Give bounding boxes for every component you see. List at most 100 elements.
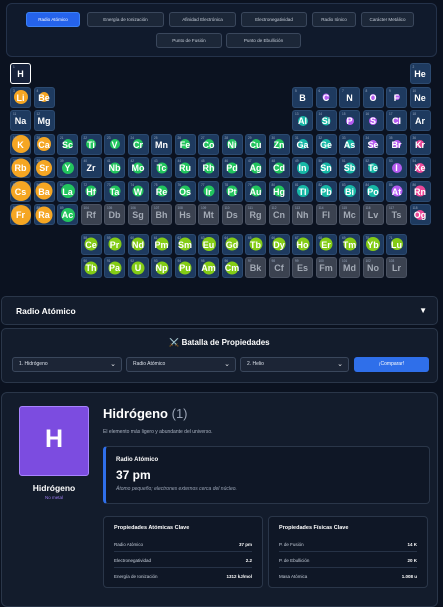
element-pr[interactable]: 59 Pr: [104, 233, 125, 255]
tab-atomic-radius[interactable]: Radio Atómico: [26, 12, 80, 27]
tab-electron-affinity[interactable]: Afinidad Electrónica: [169, 12, 236, 27]
element-bh[interactable]: 107 Bh: [151, 204, 172, 225]
tab-electronegativity[interactable]: Electronegatividad: [241, 12, 307, 27]
element-lu[interactable]: 71 Lu: [386, 233, 407, 255]
element-v[interactable]: 23 V: [104, 133, 125, 155]
element-sb[interactable]: 51 Sb: [339, 157, 360, 178]
element-sn[interactable]: 50 Sn: [315, 157, 337, 178]
element-cs[interactable]: 55 Cs: [10, 180, 31, 202]
element-be[interactable]: 4 Be: [33, 86, 55, 108]
element-la[interactable]: 57 La: [57, 180, 78, 202]
element-cf[interactable]: 98 Cf: [268, 257, 290, 278]
element-he[interactable]: 2 He: [409, 63, 431, 84]
element-ga[interactable]: 31 Ga: [292, 133, 313, 155]
element-k[interactable]: 19 K: [10, 133, 31, 155]
element-dy[interactable]: 66 Dy: [268, 233, 290, 255]
element-ts[interactable]: 117 Ts: [386, 204, 407, 225]
element-f[interactable]: 9F: [386, 86, 407, 108]
element-os[interactable]: 76 Os: [174, 180, 196, 202]
element-s[interactable]: 16 S: [362, 110, 384, 131]
element-cu[interactable]: 29 Cu: [245, 133, 266, 155]
element-hf[interactable]: 72 Hf: [80, 180, 102, 202]
element-ta[interactable]: 73 Ta: [104, 180, 125, 202]
element-er[interactable]: 68 Er: [315, 233, 337, 255]
element-cl[interactable]: 17 Cl: [386, 110, 407, 131]
element-db[interactable]: 105 Db: [104, 204, 125, 225]
element-fe[interactable]: 26 Fe: [174, 133, 196, 155]
element-pu[interactable]: 94 Pu: [174, 257, 196, 278]
element-mn[interactable]: 25 Mn: [151, 133, 172, 155]
element-sg[interactable]: 106 Sg: [127, 204, 149, 225]
element-ir[interactable]: 77 Ir: [198, 180, 219, 202]
element-mc[interactable]: 115 Mc: [339, 204, 360, 225]
element-p[interactable]: 15 P: [339, 110, 360, 131]
element-bk[interactable]: 97 Bk: [245, 257, 266, 278]
element-i[interactable]: 53 I: [386, 157, 407, 178]
compare-button[interactable]: ¡Comparar!: [354, 357, 429, 372]
element-ne[interactable]: 10 Ne: [409, 86, 431, 108]
element-tl[interactable]: 81 Tl: [292, 180, 313, 202]
element-pa[interactable]: 91 Pa: [104, 257, 125, 278]
element-rf[interactable]: 104 Rf: [80, 204, 102, 225]
element-select-2[interactable]: 2. Helio ⌄: [240, 357, 349, 372]
element-mo[interactable]: 42 Mo: [127, 157, 149, 178]
element-as[interactable]: 33 As: [339, 133, 360, 155]
tab-ionic-radius[interactable]: Radio Iónico: [312, 12, 356, 27]
element-rg[interactable]: 111 Rg: [245, 204, 266, 225]
element-th[interactable]: 90 Th: [80, 257, 102, 278]
element-h[interactable]: 1H: [10, 63, 31, 84]
element-select-1[interactable]: 1. Hidrógeno ⌄: [12, 357, 122, 372]
element-hg[interactable]: 80 Hg: [268, 180, 290, 202]
element-br[interactable]: 35 Br: [386, 133, 407, 155]
element-ds[interactable]: 110 Ds: [221, 204, 243, 225]
element-sm[interactable]: 62 Sm: [174, 233, 196, 255]
element-cm[interactable]: 96 Cm: [221, 257, 243, 278]
element-tm[interactable]: 69 Tm: [339, 233, 360, 255]
element-lv[interactable]: 116 Lv: [362, 204, 384, 225]
element-zn[interactable]: 30 Zn: [268, 133, 290, 155]
element-cd[interactable]: 48 Cd: [268, 157, 290, 178]
element-sr[interactable]: 38 Sr: [33, 157, 55, 178]
element-fr[interactable]: 87 Fr: [10, 204, 31, 225]
element-fl[interactable]: 114 Fl: [315, 204, 337, 225]
element-li[interactable]: 3 Li: [10, 86, 31, 108]
element-c[interactable]: 6C: [315, 86, 337, 108]
element-lr[interactable]: 103 Lr: [386, 257, 407, 278]
element-si[interactable]: 14 Si: [315, 110, 337, 131]
element-po[interactable]: 84 Po: [362, 180, 384, 202]
element-o[interactable]: 8O: [362, 86, 384, 108]
element-rb[interactable]: 37 Rb: [10, 157, 31, 178]
property-select[interactable]: Radio Atómico ⌄: [126, 357, 236, 372]
property-dropdown[interactable]: Radio Atómico ▼: [1, 296, 438, 325]
element-eu[interactable]: 63 Eu: [198, 233, 219, 255]
element-pt[interactable]: 78 Pt: [221, 180, 243, 202]
element-tb[interactable]: 65 Tb: [245, 233, 266, 255]
element-ar[interactable]: 18 Ar: [409, 110, 431, 131]
element-se[interactable]: 34 Se: [362, 133, 384, 155]
element-zr[interactable]: 40 Zr: [80, 157, 102, 178]
element-rn[interactable]: 86 Rn: [409, 180, 431, 202]
tab-boiling-point[interactable]: Punto de Ebullición: [226, 33, 301, 48]
element-sc[interactable]: 21 Sc: [57, 133, 78, 155]
element-au[interactable]: 79 Au: [245, 180, 266, 202]
element-n[interactable]: 7N: [339, 86, 360, 108]
element-xe[interactable]: 54 Xe: [409, 157, 431, 178]
element-ru[interactable]: 44 Ru: [174, 157, 196, 178]
element-mt[interactable]: 109 Mt: [198, 204, 219, 225]
element-in[interactable]: 49 In: [292, 157, 313, 178]
element-nb[interactable]: 41 Nb: [104, 157, 125, 178]
element-tc[interactable]: 43 Tc: [151, 157, 172, 178]
tab-melting-point[interactable]: Punto de Fusión: [156, 33, 222, 48]
element-u[interactable]: 92 U: [127, 257, 149, 278]
element-pd[interactable]: 46 Pd: [221, 157, 243, 178]
element-pb[interactable]: 82 Pb: [315, 180, 337, 202]
element-cr[interactable]: 24 Cr: [127, 133, 149, 155]
element-no[interactable]: 102 No: [362, 257, 384, 278]
element-pm[interactable]: 61 Pm: [151, 233, 172, 255]
element-w[interactable]: 74 W: [127, 180, 149, 202]
tab-ionization-energy[interactable]: Energía de Ionización: [87, 12, 164, 27]
element-y[interactable]: 39 Y: [57, 157, 78, 178]
element-es[interactable]: 99 Es: [292, 257, 313, 278]
element-hs[interactable]: 108 Hs: [174, 204, 196, 225]
element-nd[interactable]: 60 Nd: [127, 233, 149, 255]
